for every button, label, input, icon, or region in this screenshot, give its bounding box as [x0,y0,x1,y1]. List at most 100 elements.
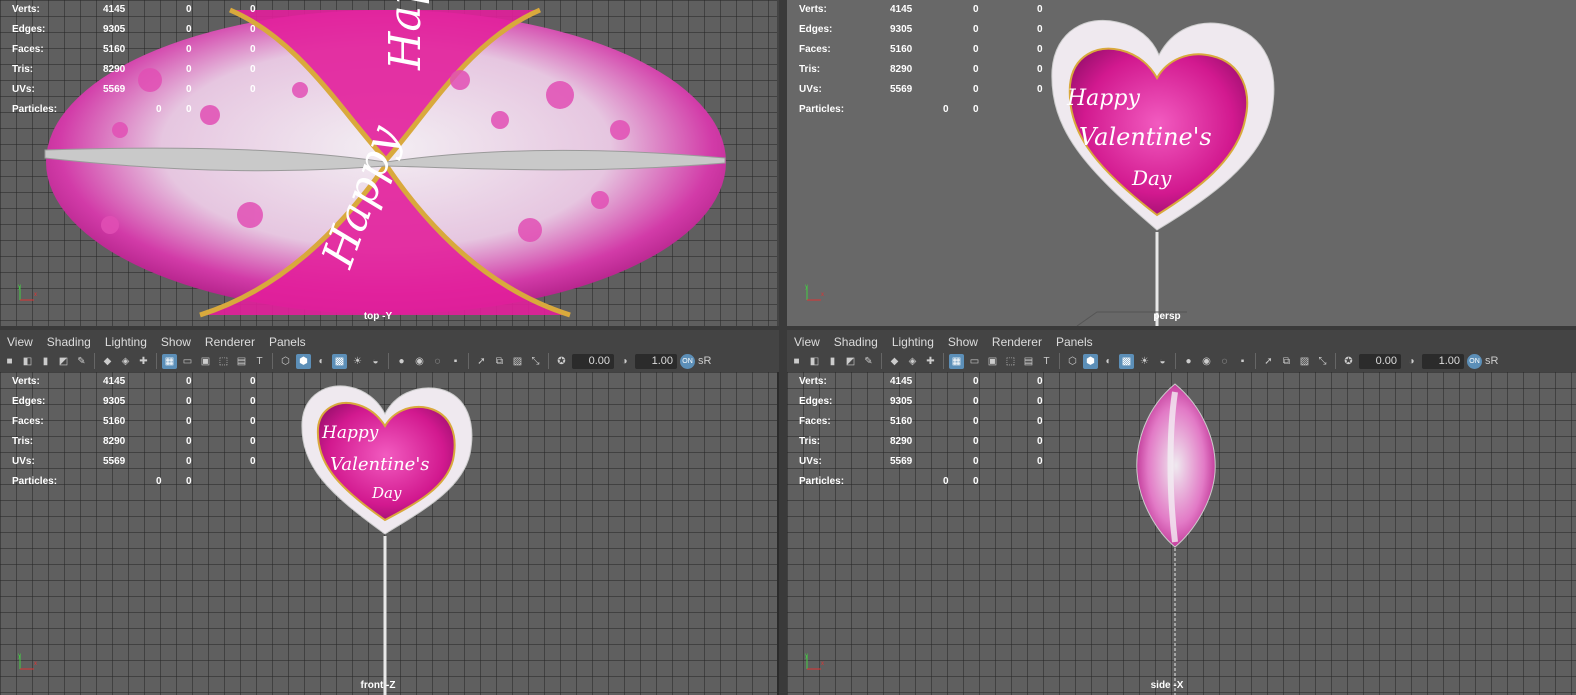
axis-gizmo-icon: yx [805,653,824,670]
gamma-field[interactable]: 1.00 [635,353,677,369]
camera-attributes-icon[interactable]: ◧ [20,354,35,369]
shadows-icon[interactable]: ◒ [368,354,383,369]
text-overlay-icon[interactable]: T [252,354,267,369]
pan-zoom-icon[interactable]: ✚ [923,354,938,369]
menu-lighting[interactable]: Lighting [885,333,941,351]
default-material-icon[interactable]: ◐ [314,354,329,369]
default-material-icon[interactable]: ◐ [1101,354,1116,369]
exposure-field[interactable]: 0.00 [572,353,614,369]
camera-select-icon[interactable]: ■ [789,354,804,369]
depth-of-field-icon[interactable]: ▪ [448,354,463,369]
xray-icon[interactable]: ⧉ [1279,354,1294,369]
xray-icon[interactable]: ⧉ [492,354,507,369]
menu-renderer[interactable]: Renderer [985,333,1049,351]
menu-renderer[interactable]: Renderer [198,333,262,351]
backface-culling-icon[interactable]: ⤡ [1315,354,1330,369]
balloon-persp-line3: Day [1131,166,1172,190]
isolate-select-icon[interactable]: ➚ [1261,354,1276,369]
film-gate-icon[interactable]: ◈ [905,354,920,369]
axis-gizmo-icon: yx [805,284,824,301]
pan-zoom-icon[interactable]: ✚ [136,354,151,369]
viewport-top[interactable]: Happy Happy Verts:414500 Edges:930500 Fa… [0,0,779,326]
image-plane-icon[interactable]: ◩ [843,354,858,369]
motion-blur-icon[interactable]: ◉ [412,354,427,369]
menu-show[interactable]: Show [941,333,985,351]
grid-toggle-icon[interactable]: ▦ [949,353,964,369]
bookmark-icon[interactable]: ▮ [38,354,53,369]
resolution-gate-icon[interactable]: ▭ [967,354,982,369]
color-management-toggle[interactable]: ON [680,353,695,369]
balloon-persp-line2: Valentine's [1079,123,1212,151]
backface-culling-icon[interactable]: ⤡ [528,354,543,369]
wireframe-icon[interactable]: ⬡ [1065,354,1080,369]
safe-title-icon[interactable]: ▤ [234,354,249,369]
camera-select-icon[interactable]: ■ [2,354,17,369]
menu-shading[interactable]: Shading [827,333,885,351]
viewport-persp[interactable]: Happy Valentine's Day Verts: 4145 0 0 Edges… [787,0,1576,326]
textured-icon[interactable]: ▩ [332,353,347,369]
gate-mask-icon[interactable]: ◆ [887,354,902,369]
grease-pencil-icon[interactable]: ✎ [74,354,89,369]
menu-view[interactable]: View [0,333,40,351]
depth-of-field-icon[interactable]: ▪ [1235,354,1250,369]
svg-text:x: x [34,661,37,667]
menu-shading[interactable]: Shading [40,333,98,351]
view-transform-label[interactable]: sR [698,355,711,367]
balloon-front-line1: Happy [321,423,379,443]
anti-aliasing-icon[interactable]: ◌ [430,354,445,369]
field-chart-icon[interactable]: ▣ [198,354,213,369]
viewport-splitter-vertical[interactable] [779,0,787,695]
gamma-field[interactable]: 1.00 [1422,353,1464,369]
field-chart-icon[interactable]: ▣ [985,354,1000,369]
lights-icon[interactable]: ☀ [1137,354,1152,369]
svg-text:y: y [805,653,808,659]
gamma-icon: ◑ [621,355,628,367]
view-transform-label[interactable]: sR [1485,355,1498,367]
grease-pencil-icon[interactable]: ✎ [861,354,876,369]
isolate-select-icon[interactable]: ➚ [474,354,489,369]
safe-action-icon[interactable]: ⬚ [1003,354,1018,369]
hud-stats-side: Verts: 4145 0 0 Edges: 9305 0 0 Faces: 5160 0 0 T… [799,376,1043,487]
shadows-icon[interactable]: ◒ [1155,354,1170,369]
ambient-occlusion-icon[interactable]: ● [1181,354,1196,369]
panel-menubar: View Shading Lighting Show Renderer Pane… [787,333,1100,351]
menu-view[interactable]: View [787,333,827,351]
xray-joints-icon[interactable]: ▨ [510,354,525,369]
menu-panels[interactable]: Panels [262,333,313,351]
menu-lighting[interactable]: Lighting [98,333,154,351]
panel-iconbar: ■ ◧ ▮ ◩ ✎ ◆ ◈ ✚ ▦ ▭ ▣ ⬚ ▤ T ⬡ ⬢ ◐ ▩ ☀ ◒ … [789,351,1498,371]
ambient-occlusion-icon[interactable]: ● [394,354,409,369]
image-plane-icon[interactable]: ◩ [56,354,71,369]
safe-title-icon[interactable]: ▤ [1021,354,1036,369]
menu-show[interactable]: Show [154,333,198,351]
camera-label-persp: persp [1153,311,1181,322]
axis-gizmo-icon: yx [18,284,37,301]
xray-joints-icon[interactable]: ▨ [1297,354,1312,369]
svg-text:x: x [34,292,37,298]
camera-attributes-icon[interactable]: ◧ [807,354,822,369]
safe-action-icon[interactable]: ⬚ [216,354,231,369]
gamma-icon: ◑ [1408,355,1415,367]
menu-panels[interactable]: Panels [1049,333,1100,351]
exposure-field[interactable]: 0.00 [1359,353,1401,369]
color-management-toggle[interactable]: ON [1467,353,1482,369]
gate-mask-icon[interactable]: ◆ [100,354,115,369]
textured-icon[interactable]: ▩ [1119,353,1134,369]
motion-blur-icon[interactable]: ◉ [1199,354,1214,369]
anti-aliasing-icon[interactable]: ◌ [1217,354,1232,369]
smooth-shade-icon[interactable]: ⬢ [296,353,311,369]
grid-toggle-icon[interactable]: ▦ [162,353,177,369]
wireframe-icon[interactable]: ⬡ [278,354,293,369]
svg-text:x: x [821,292,824,298]
panel-toolbar-left: View Shading Lighting Show Renderer Pane… [0,330,779,372]
balloon-front-line2: Valentine's [330,454,430,475]
resolution-gate-icon[interactable]: ▭ [180,354,195,369]
viewport-side[interactable]: Verts: 4145 0 0 Edges: 9305 0 0 Faces: 5160 0 0 T… [787,372,1576,695]
text-overlay-icon[interactable]: T [1039,354,1054,369]
svg-text:y: y [805,284,808,290]
film-gate-icon[interactable]: ◈ [118,354,133,369]
lights-icon[interactable]: ☀ [350,354,365,369]
bookmark-icon[interactable]: ▮ [825,354,840,369]
viewport-front[interactable]: Happy Valentine's Day Verts: 4145 0 0 Edges… [0,372,777,695]
smooth-shade-icon[interactable]: ⬢ [1083,353,1098,369]
